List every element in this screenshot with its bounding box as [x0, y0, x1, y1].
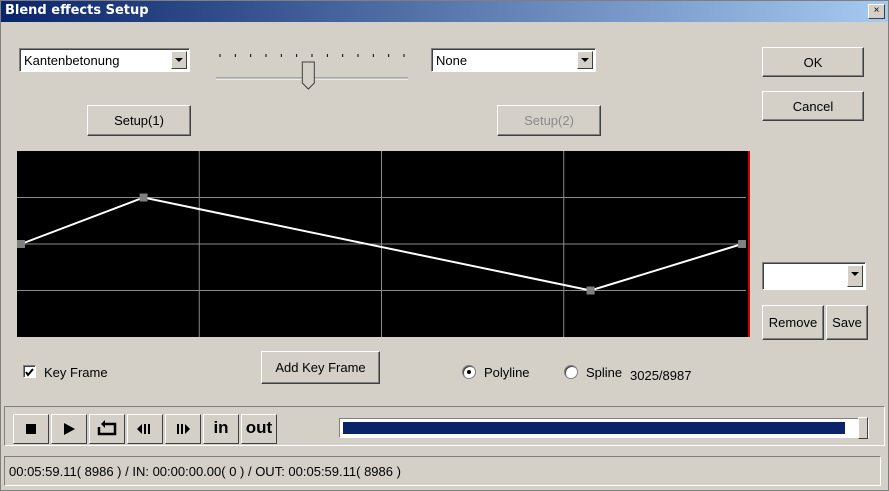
spline-radio[interactable] [564, 365, 578, 379]
play-button[interactable] [51, 414, 87, 444]
setup1-button[interactable]: Setup(1) [87, 105, 191, 136]
loop-icon [97, 420, 117, 436]
key-frame-checkbox[interactable] [23, 365, 36, 378]
blend-effects-dialog: Blend effects Setup × Kantenbetonung Non… [0, 0, 889, 491]
mark-in-button[interactable]: in [203, 414, 239, 444]
status-bar: 00:05:59.11( 8986 ) / IN: 00:00:00.00( 0… [4, 456, 881, 486]
save-button[interactable]: Save [826, 305, 868, 340]
timeline-progress [343, 422, 846, 434]
polyline-label: Polyline [484, 365, 530, 380]
blend-curve-graph[interactable] [17, 151, 748, 337]
keyframe-marker[interactable] [139, 193, 148, 202]
keyframe-position: 3025/8987 [630, 368, 692, 383]
effect1-value: Kantenbetonung [24, 53, 120, 68]
loop-button[interactable] [89, 414, 125, 444]
chevron-down-icon[interactable] [847, 265, 863, 287]
stop-icon [26, 424, 36, 434]
step-back-button[interactable] [127, 414, 163, 444]
timeline-slider[interactable] [339, 417, 869, 439]
save-label: Save [832, 315, 862, 330]
chevron-down-icon[interactable] [577, 51, 593, 69]
remove-label: Remove [768, 315, 818, 330]
step-back-icon [137, 424, 150, 434]
add-key-frame-label: Add Key Frame [275, 360, 366, 375]
key-frame-label: Key Frame [44, 365, 108, 380]
cancel-button[interactable]: Cancel [762, 91, 864, 121]
chevron-down-icon[interactable] [171, 51, 187, 69]
keyframe-marker[interactable] [586, 286, 595, 295]
keyframe-marker[interactable] [17, 240, 25, 248]
transport-bar: in out [4, 406, 885, 446]
spline-label: Spline [586, 365, 623, 380]
play-icon [64, 423, 75, 435]
step-forward-button[interactable] [165, 414, 201, 444]
timecode-status: 00:05:59.11( 8986 ) / IN: 00:00:00.00( 0… [9, 464, 401, 479]
checkmark-icon [25, 368, 34, 377]
cancel-label: Cancel [792, 99, 834, 114]
polyline-radio[interactable] [462, 365, 476, 379]
keyframe-select[interactable] [762, 262, 866, 290]
ok-label: OK [803, 55, 823, 70]
slider-thumb[interactable] [301, 61, 315, 90]
setup1-label: Setup(1) [114, 113, 164, 128]
window-title: Blend effects Setup [5, 3, 149, 18]
effect1-select[interactable]: Kantenbetonung [19, 48, 190, 72]
slider-track[interactable] [214, 50, 410, 90]
effect2-value: None [436, 53, 468, 68]
add-key-frame-button[interactable]: Add Key Frame [261, 351, 380, 384]
out-label: out [245, 418, 273, 437]
stop-button[interactable] [13, 414, 49, 444]
setup2-label: Setup(2) [524, 113, 574, 128]
blend-curve-editor[interactable] [17, 151, 750, 337]
keyframe-marker[interactable] [738, 240, 746, 248]
title-bar: Blend effects Setup × [1, 1, 888, 22]
remove-button[interactable]: Remove [762, 305, 824, 340]
blend-slider[interactable] [214, 50, 410, 90]
step-forward-icon [177, 424, 190, 434]
effect2-select[interactable]: None [431, 48, 596, 72]
ok-button[interactable]: OK [762, 47, 864, 77]
mark-out-button[interactable]: out [241, 414, 277, 444]
setup2-button[interactable]: Setup(2) [497, 105, 601, 136]
radio-dot-icon [467, 370, 471, 374]
timeline-handle[interactable] [858, 417, 868, 439]
in-label: in [213, 418, 229, 437]
close-icon[interactable]: × [868, 4, 885, 19]
